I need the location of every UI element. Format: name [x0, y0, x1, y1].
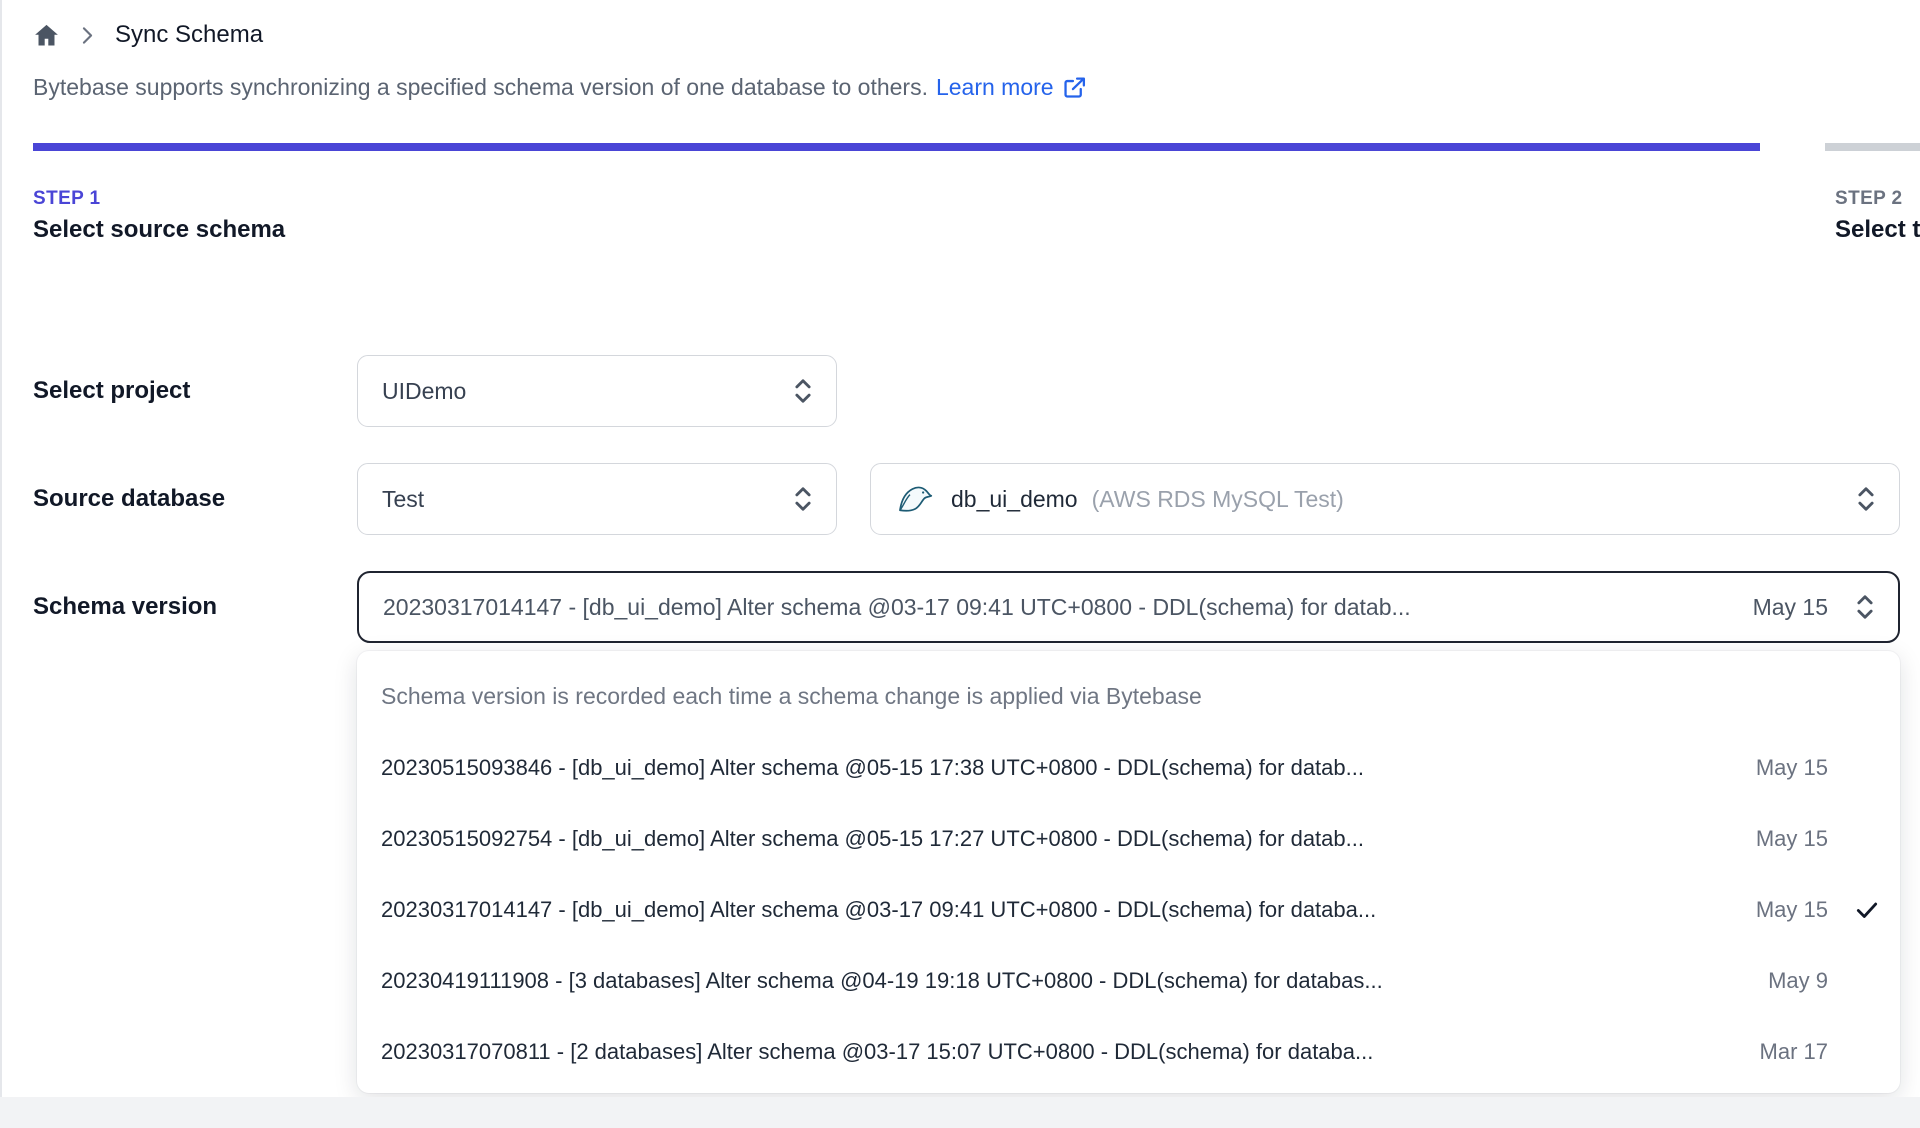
schema-version-select-date: May 15	[1752, 593, 1828, 620]
database-select[interactable]: db_ui_demo (AWS RDS MySQL Test)	[870, 463, 1900, 535]
schema-version-option-selected[interactable]: 20230317014147 - [db_ui_demo] Alter sche…	[357, 874, 1900, 945]
schema-version-option[interactable]: 20230317070811 - [2 databases] Alter sch…	[357, 1016, 1900, 1087]
schema-version-label: Schema version	[33, 593, 218, 620]
schema-version-select-value: 20230317014147 - [db_ui_demo] Alter sche…	[383, 593, 1411, 620]
schema-version-dropdown: Schema version is recorded each time a s…	[357, 651, 1900, 1093]
step-2-label: STEP 2	[1835, 188, 1903, 209]
check-icon	[1828, 897, 1880, 923]
chevron-up-down-icon	[792, 484, 814, 514]
chevron-up-down-icon	[1854, 592, 1876, 622]
database-select-detail: (AWS RDS MySQL Test)	[1091, 485, 1344, 512]
environment-select-value: Test	[382, 485, 425, 512]
schema-version-option[interactable]: 20230419111908 - [3 databases] Alter sch…	[357, 945, 1900, 1016]
description-text: Bytebase supports synchronizing a specif…	[33, 74, 928, 100]
source-database-label: Source database	[33, 485, 226, 512]
left-edge-divider	[0, 0, 2, 1128]
project-select[interactable]: UIDemo	[357, 355, 837, 427]
page-description: Bytebase supports synchronizing a specif…	[33, 74, 1087, 101]
step-1-title: Select source schema	[33, 216, 286, 243]
schema-version-select[interactable]: 20230317014147 - [db_ui_demo] Alter sche…	[357, 571, 1900, 643]
chevron-up-down-icon	[1855, 484, 1877, 514]
learn-more-link[interactable]: Learn more	[936, 74, 1087, 101]
page-bottom-band	[0, 1097, 1920, 1128]
page-title: Sync Schema	[115, 21, 264, 48]
schema-version-option[interactable]: 20230515092754 - [db_ui_demo] Alter sche…	[357, 803, 1900, 874]
mysql-dolphin-icon	[895, 479, 935, 519]
project-select-value: UIDemo	[382, 377, 467, 404]
progress-bar-upcoming	[1825, 143, 1920, 151]
schema-version-option[interactable]: 20230515093846 - [db_ui_demo] Alter sche…	[357, 732, 1900, 803]
chevron-up-down-icon	[792, 376, 814, 406]
breadcrumb: Sync Schema	[33, 18, 263, 52]
dropdown-hint: Schema version is recorded each time a s…	[381, 683, 1202, 709]
select-project-label: Select project	[33, 377, 191, 404]
sync-schema-page: Sync Schema Bytebase supports synchroniz…	[0, 0, 1920, 1128]
chevron-right-icon	[81, 26, 94, 45]
external-link-icon	[1062, 75, 1087, 100]
environment-select[interactable]: Test	[357, 463, 837, 535]
progress-bar-active	[33, 143, 1760, 151]
home-icon[interactable]	[33, 22, 60, 49]
step-1-label: STEP 1	[33, 188, 101, 209]
database-select-value: db_ui_demo	[951, 485, 1078, 512]
step-2-title: Select t	[1835, 216, 1920, 243]
